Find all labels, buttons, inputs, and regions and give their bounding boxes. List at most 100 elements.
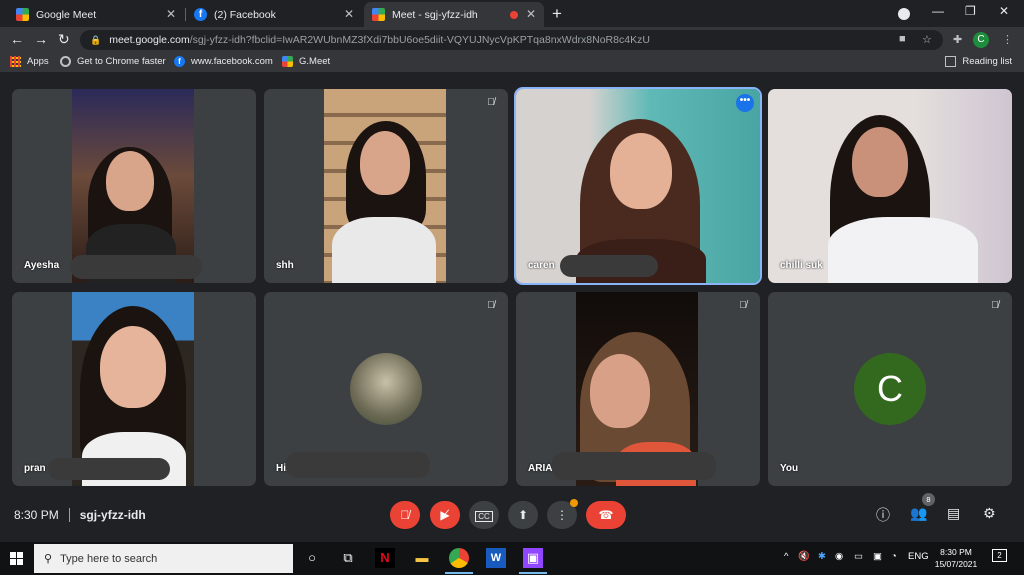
- camera-in-use-icon[interactable]: ■: [899, 33, 906, 45]
- bookmark-star-icon[interactable]: ☆: [922, 33, 932, 46]
- meet-icon: [372, 8, 385, 21]
- file-explorer-icon[interactable]: ▬: [412, 548, 432, 568]
- windows-start-icon[interactable]: [10, 552, 23, 565]
- profile-avatar[interactable]: C: [973, 32, 989, 48]
- captions-button[interactable]: CC: [469, 501, 499, 529]
- meet-video-grid: Ayesha shh 🎙̸ caren ••• chilli suk pran …: [0, 73, 1024, 501]
- tab-meet-active[interactable]: Meet - sgj-yfzz-idh ✕: [364, 2, 544, 27]
- netflix-icon[interactable]: N: [375, 548, 395, 568]
- leave-call-button[interactable]: ☎: [586, 501, 626, 529]
- taskbar-search-input[interactable]: ⚲ Type here to search: [34, 544, 293, 573]
- participant-tile[interactable]: Ayesha: [12, 89, 256, 283]
- tab-strip: Google Meet ✕ f (2) Facebook ✕ Meet - sg…: [0, 0, 1024, 27]
- notification-count: 2: [997, 551, 1002, 560]
- participant-name: You: [780, 463, 799, 474]
- search-placeholder: Type here to search: [60, 552, 158, 565]
- bookmark-label: Get to Chrome faster: [77, 56, 166, 67]
- close-icon[interactable]: ✕: [166, 7, 176, 21]
- mic-off-icon: 🎙̸: [991, 300, 999, 311]
- redaction-bar: [286, 452, 430, 478]
- meet-icon: [16, 8, 29, 21]
- participant-video: [72, 89, 194, 283]
- bluetooth-icon[interactable]: ✱: [818, 551, 826, 562]
- close-icon[interactable]: ✕: [344, 7, 354, 21]
- restore-button[interactable]: ❐: [965, 4, 976, 18]
- self-avatar: C: [854, 353, 926, 425]
- volume-muted-icon[interactable]: 🔇: [798, 551, 810, 562]
- clock-date: 15/07/2021: [934, 559, 978, 569]
- camera-off-icon: ▶̸: [440, 508, 450, 522]
- mic-off-icon: 🎙̸: [487, 300, 495, 311]
- language-indicator[interactable]: ENG: [908, 551, 929, 562]
- participant-name: caren: [528, 260, 555, 271]
- participant-tile[interactable]: ARIA 🎙̸: [516, 292, 760, 486]
- face: [590, 354, 650, 428]
- new-tab-button[interactable]: +: [552, 4, 562, 24]
- address-bar[interactable]: 🔒 meet.google.com/sgj-yfzz-idh?fbclid=Iw…: [80, 30, 943, 50]
- bookmark-label: Apps: [27, 56, 49, 67]
- task-view-icon[interactable]: ⧉: [338, 548, 358, 568]
- bookmarks-bar: Apps Get to Chrome faster f www.facebook…: [0, 53, 1024, 73]
- extensions-icon[interactable]: ✚: [953, 33, 962, 46]
- search-icon: ⚲: [44, 553, 53, 565]
- meeting-info-icon[interactable]: ⓘ: [876, 505, 890, 525]
- taskbar-clock[interactable]: 8:30 PM 15/07/2021: [930, 546, 982, 570]
- people-count-badge: 8: [922, 493, 935, 506]
- participant-tile[interactable]: Hil 🎙̸: [264, 292, 508, 486]
- tray-overflow-icon[interactable]: ^: [784, 551, 788, 562]
- tab-facebook[interactable]: f (2) Facebook ✕: [186, 2, 362, 27]
- toggle-mic-button[interactable]: 🎙̸: [390, 501, 420, 529]
- participant-name: pran: [24, 463, 46, 474]
- reading-list-button[interactable]: Reading list: [945, 56, 1012, 67]
- minimize-button[interactable]: —: [932, 4, 944, 18]
- bookmark-label: www.facebook.com: [191, 56, 273, 67]
- tab-title: (2) Facebook: [214, 8, 276, 21]
- cortana-icon[interactable]: ○: [302, 548, 322, 568]
- toggle-camera-button[interactable]: ▶̸: [430, 501, 460, 529]
- tab-google-meet[interactable]: Google Meet ✕: [8, 2, 184, 27]
- participant-tile[interactable]: pran: [12, 292, 256, 486]
- tab-title: Meet - sgj-yfzz-idh: [392, 8, 478, 21]
- word-icon[interactable]: W: [486, 548, 506, 568]
- reload-button[interactable]: ↻: [58, 31, 70, 48]
- present-now-button[interactable]: ⬆: [508, 501, 538, 529]
- webcam-icon[interactable]: ◉: [835, 551, 843, 562]
- wifi-icon[interactable]: ◔: [891, 551, 897, 562]
- back-button[interactable]: ←: [10, 31, 24, 47]
- participant-tile[interactable]: shh 🎙̸: [264, 89, 508, 283]
- battery-icon[interactable]: ▭: [854, 551, 863, 562]
- window-close-button[interactable]: ✕: [999, 4, 1009, 18]
- bookmark-facebook[interactable]: f www.facebook.com: [174, 56, 273, 67]
- meet-control-bar: 8:30 PM sgj-yfzz-idh 🎙̸ ▶̸ CC ⬆ ⋮ ☎ ⓘ 👥 …: [0, 493, 1024, 539]
- chat-icon[interactable]: ▤: [947, 505, 960, 522]
- face: [106, 151, 154, 211]
- participant-tile-self[interactable]: C You 🎙̸: [768, 292, 1012, 486]
- people-icon[interactable]: 👥: [910, 505, 927, 522]
- reading-list-icon: [945, 56, 957, 67]
- activities-icon[interactable]: ⚙: [983, 505, 996, 522]
- tab-search-icon[interactable]: [898, 8, 910, 20]
- bookmark-apps[interactable]: Apps: [10, 56, 49, 67]
- participant-tile[interactable]: chilli suk: [768, 89, 1012, 283]
- face: [610, 133, 672, 209]
- menu-kebab-icon[interactable]: ⋮: [1002, 33, 1013, 46]
- bookmark-chrome-faster[interactable]: Get to Chrome faster: [60, 56, 166, 67]
- participant-video: [768, 89, 1012, 283]
- forward-button[interactable]: →: [34, 31, 48, 47]
- body: [828, 217, 978, 283]
- notification-center-icon[interactable]: 2: [992, 549, 1007, 562]
- more-options-icon[interactable]: •••: [736, 94, 754, 112]
- participant-name: shh: [276, 260, 294, 271]
- bookmark-gmeet[interactable]: G.Meet: [282, 56, 330, 67]
- tray-app-icon[interactable]: ▣: [873, 551, 882, 562]
- close-icon[interactable]: ✕: [526, 7, 536, 21]
- redaction-bar: [70, 255, 202, 279]
- twitch-icon[interactable]: ▣: [519, 548, 547, 574]
- participant-video: [72, 292, 194, 486]
- participant-tile-active-speaker[interactable]: caren •••: [514, 87, 762, 285]
- more-options-button[interactable]: ⋮: [547, 499, 578, 529]
- chrome-icon[interactable]: [445, 548, 473, 574]
- face: [100, 326, 166, 408]
- globe-icon: [60, 56, 71, 67]
- lock-icon: 🔒: [90, 34, 102, 45]
